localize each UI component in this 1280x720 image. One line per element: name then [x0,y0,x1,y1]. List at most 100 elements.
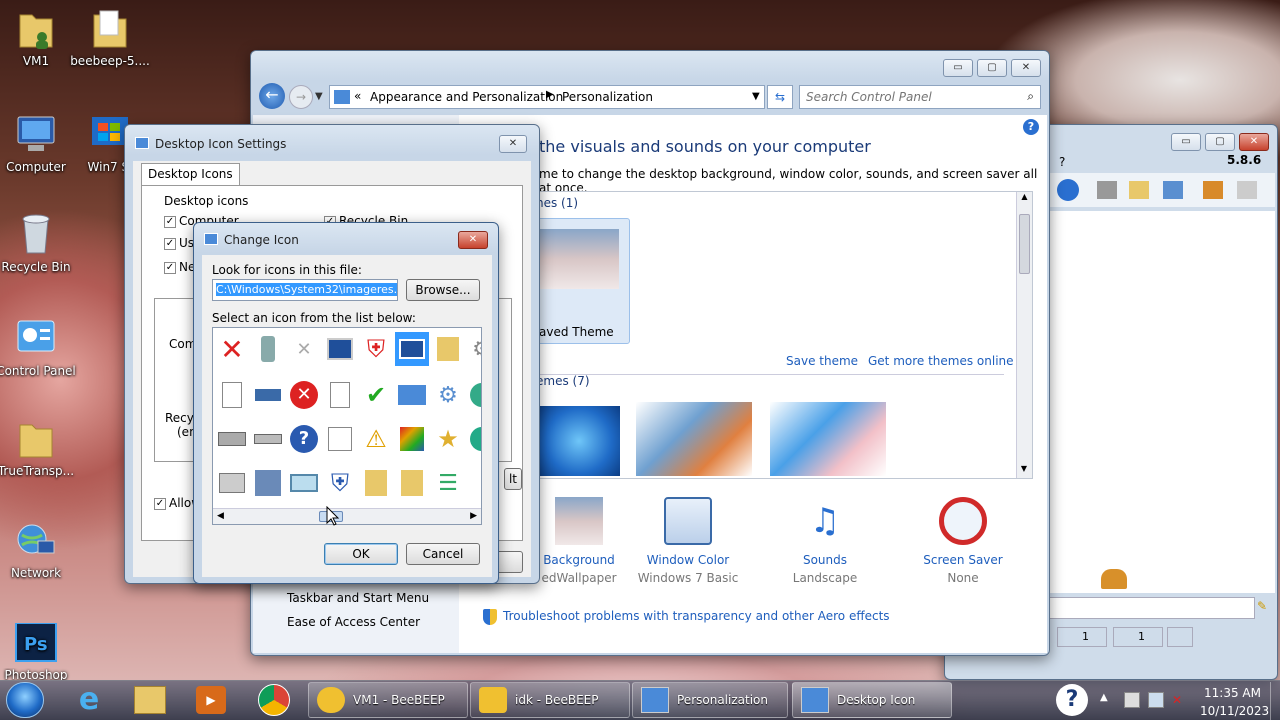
list-view-icon[interactable]: ☰ [431,466,465,500]
desktop-icon-photoshop[interactable]: Ps Photoshop [0,620,78,680]
projector-screen-icon[interactable] [323,422,357,456]
drive-bay-icon[interactable] [215,466,249,500]
group-icon[interactable] [1097,181,1117,199]
desktop-icon-control-panel[interactable]: Control Panel [0,316,78,378]
blank-page-icon[interactable] [323,378,357,412]
breadcrumb-prefix[interactable]: « [354,89,361,103]
status-count-2[interactable]: 1 [1113,627,1163,647]
see-also-ease-of-access[interactable]: Ease of Access Center [287,615,420,629]
taskbar-vm1-beebeep[interactable]: VM1 - BeeBEEP [308,682,468,718]
checkbox-box[interactable]: ✓ [164,215,176,228]
sounds-item[interactable]: ♫ Sounds Landscape [773,497,877,585]
share-button[interactable] [1167,627,1193,647]
minimize-button[interactable]: ▭ [943,59,973,77]
close-button[interactable]: ✕ [499,135,527,153]
window-frame-icon[interactable] [287,466,321,500]
checkbox-network[interactable]: ✓ Ne [164,260,195,274]
music-folder-icon[interactable] [359,466,393,500]
network-status-icon[interactable] [1057,179,1079,201]
settings-check-icon[interactable]: ⚙ [431,378,465,412]
volume-muted-icon[interactable]: ✕ [1172,692,1188,708]
drive-icon[interactable] [215,422,249,456]
screen-saver-item[interactable]: Screen Saver None [913,497,1013,585]
desktop-icon-beebeep-folder[interactable]: beebeep-5.... [68,6,152,68]
help-support-icon[interactable]: ? [1056,684,1088,716]
shield-check-icon[interactable]: ✔ [359,378,393,412]
media-icon[interactable] [395,422,429,456]
scroll-thumb[interactable] [1019,214,1030,274]
scroll-left-arrow[interactable]: ◀ [217,511,224,521]
emoticon-button[interactable]: ✎ [1257,599,1273,617]
ok-button[interactable]: OK [324,543,398,565]
unsaved-theme[interactable]: aved Theme [534,218,630,344]
show-desktop-button[interactable] [1270,682,1280,720]
shield-question-icon[interactable]: ⛨ [323,466,357,500]
desktop-icon-truetransp[interactable]: TrueTransp... [0,416,78,478]
get-more-themes-link[interactable]: Get more themes online [868,354,1014,368]
gear-icon[interactable]: ⚙ [465,332,481,366]
start-button[interactable] [6,682,44,718]
action-center-icon[interactable] [1124,692,1140,708]
monitor-icon[interactable] [323,332,357,366]
scroll-down-arrow[interactable]: ▼ [1017,464,1031,478]
desktop-icon-computer[interactable]: Computer [0,112,78,174]
scroll-right-arrow[interactable]: ▶ [470,511,477,521]
settings-icon[interactable] [1163,181,1183,199]
scrollbar[interactable]: ▲ ▼ [1016,192,1032,478]
aero-theme-architecture[interactable] [636,402,752,476]
breadcrumb-appearance[interactable]: Appearance and Personalization [370,90,563,104]
error-circle-icon[interactable]: ✕ [287,378,321,412]
network-adapter-icon[interactable] [251,378,285,412]
removable-drive-icon[interactable] [251,422,285,456]
address-dropdown-icon[interactable]: ▼ [752,91,760,102]
window-color-item[interactable]: Window Color Windows 7 Basic [633,497,743,585]
folder-icon[interactable] [431,332,465,366]
aero-theme-characters[interactable] [770,402,886,476]
file-path-input[interactable]: C:\Windows\System32\imageres.dll [212,279,398,301]
library-icon[interactable] [251,466,285,500]
save-theme-link[interactable]: Save theme [786,354,858,368]
close-button[interactable]: ✕ [1239,133,1269,151]
message-input[interactable] [1049,597,1255,619]
favorites-folder-icon[interactable]: ★ [431,422,465,456]
globe-icon[interactable] [465,378,481,412]
minimize-button[interactable]: ▭ [1171,133,1201,151]
desktop-background-item[interactable]: Background edWallpaper [539,497,619,585]
clock-time[interactable]: 11:35 AM [1204,686,1261,700]
pinned-chrome-icon[interactable] [258,684,290,716]
edit-icon[interactable] [1129,181,1149,199]
recent-pages-button[interactable]: ▼ [315,91,323,102]
status-count-1[interactable]: 1 [1057,627,1107,647]
back-button[interactable]: ← [259,83,285,109]
checkbox-box[interactable]: ✓ [164,261,176,274]
search-box[interactable]: ⌕ [799,85,1041,109]
horizontal-scrollbar[interactable]: ◀ ▶ [213,508,481,524]
forward-button[interactable]: → [289,85,313,109]
see-also-taskbar[interactable]: Taskbar and Start Menu [287,591,429,605]
scroll-up-arrow[interactable]: ▲ [1017,192,1032,206]
shield-error-icon[interactable]: ⛨ [359,332,393,366]
tab-desktop-icons[interactable]: Desktop Icons [141,163,240,185]
help-icon[interactable]: ? [1023,119,1039,135]
pinned-media-player-icon[interactable]: ▶ [196,686,226,714]
shield-warning-icon[interactable]: ⚠ [359,422,393,456]
globe-icon[interactable] [465,422,481,456]
breadcrumb-personalization[interactable]: Personalization [562,90,653,104]
chat-area[interactable] [1049,211,1275,593]
browse-button[interactable]: Browse... [406,279,480,301]
search-icon[interactable]: ⌕ [1027,89,1034,104]
search-input[interactable] [806,87,1016,107]
red-x-icon[interactable]: ✕ [215,332,249,366]
grey-x-icon[interactable]: ✕ [287,332,321,366]
taskbar-desktop-icon-settings[interactable]: Desktop Icon Setti... [792,682,952,718]
maximize-button[interactable]: ▢ [977,59,1007,77]
computer-selected-icon[interactable] [395,332,429,366]
pinned-explorer-icon[interactable] [134,686,166,714]
trash-icon[interactable] [1237,181,1257,199]
clock-date[interactable]: 10/11/2023 [1200,704,1269,718]
partial-apply-button[interactable] [495,551,523,573]
close-button[interactable]: ✕ [458,231,488,249]
folder-share-icon[interactable] [1203,181,1223,199]
refresh-button[interactable]: ⇆ [767,85,793,109]
icon-list[interactable]: ✕ ✕ ⛨ ⚙ ✕ ✔ ⚙ ? ⚠ ★ [212,327,482,525]
